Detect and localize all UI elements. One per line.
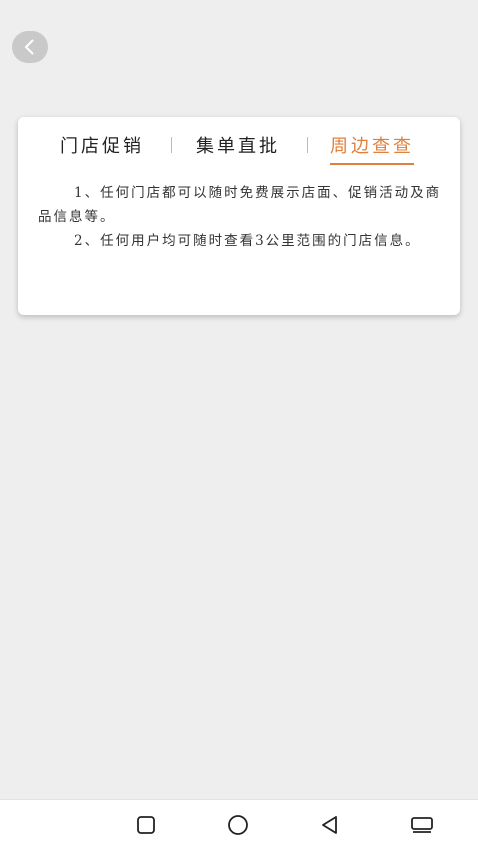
content-paragraph: 1、任何门店都可以随时免费展示店面、促销活动及商品信息等。 (38, 185, 442, 225)
tab-divider (171, 137, 172, 153)
tab-label: 门店促销 (60, 136, 144, 157)
tab-content: 1、任何门店都可以随时免费展示店面、促销活动及商品信息等。 2、任何用户均可随时… (38, 181, 444, 253)
tab-label: 周边查查 (330, 136, 414, 157)
tab-divider (307, 137, 308, 153)
info-card: 门店促销 集单直批 周边查查 1、任何门店都可以随时免费展示店面、促销活动及商品… (18, 117, 460, 315)
circle-icon[interactable] (226, 813, 250, 837)
tab-label: 集单直批 (196, 136, 280, 157)
system-navigation-bar (0, 799, 478, 851)
tab-store-promotion[interactable]: 门店促销 (60, 135, 144, 159)
square-icon[interactable] (134, 813, 158, 837)
triangle-back-icon[interactable] (318, 813, 342, 837)
active-tab-underline (330, 163, 414, 165)
tab-bar: 门店促销 集单直批 周边查查 (18, 135, 460, 165)
back-button[interactable] (12, 31, 48, 63)
recent-apps-icon[interactable] (410, 813, 434, 837)
tab-group-wholesale[interactable]: 集单直批 (196, 135, 280, 159)
chevron-left-icon (24, 39, 34, 55)
content-paragraph: 2、任何用户均可随时查看3公里范围的门店信息。 (74, 233, 421, 249)
tab-nearby-search[interactable]: 周边查查 (330, 135, 414, 165)
